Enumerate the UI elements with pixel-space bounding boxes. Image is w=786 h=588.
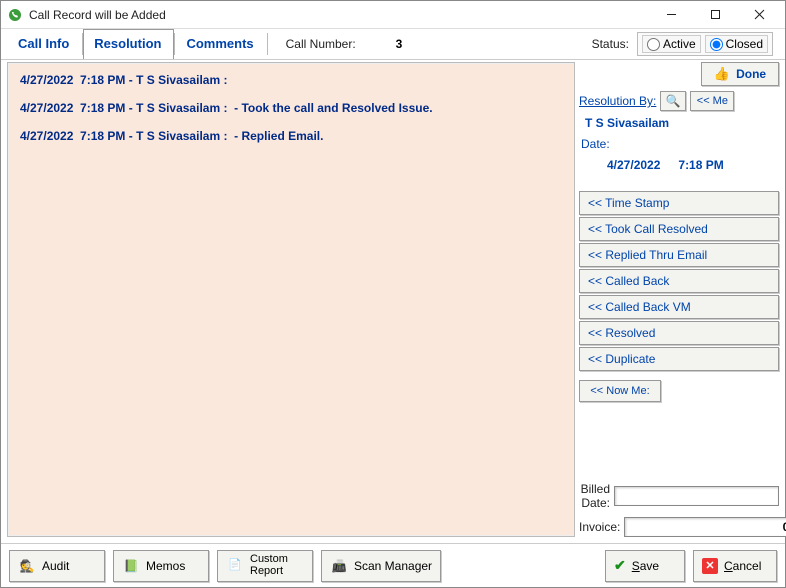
audit-button[interactable]: 🕵️ Audit [9,550,105,582]
cancel-label: Cancel [724,559,761,573]
main-area: 4/27/2022 7:18 PM - T S Sivasailam : 4/2… [1,59,785,543]
side-panel: 👍 Done Resolution By: 🔍 << Me T S Sivasa… [579,62,779,537]
resolved-by-name: T S Sivasailam [579,114,779,132]
invoice-label: Invoice: [579,520,620,534]
invoice-input[interactable] [624,517,786,537]
resolution-time-value: 7:18 PM [678,158,723,172]
now-me-button[interactable]: << Now Me: [579,380,661,402]
status-active-label: Active [663,37,696,51]
status-radio-group: Active Closed [637,32,773,56]
scanner-icon: 📠 [330,557,348,575]
quick-called-back-vm-button[interactable]: << Called Back VM [579,295,779,319]
status-active-input[interactable] [647,38,660,51]
resolution-log[interactable]: 4/27/2022 7:18 PM - T S Sivasailam : 4/2… [7,62,575,537]
done-button[interactable]: 👍 Done [701,62,779,86]
assign-me-button[interactable]: << Me [690,91,734,111]
scan-manager-button[interactable]: 📠 Scan Manager [321,550,441,582]
memo-icon: 📗 [122,557,140,575]
report-icon: 📄 [226,557,244,575]
tab-resolution[interactable]: Resolution [83,29,174,59]
call-number-label: Call Number: [286,37,356,51]
quick-insert-buttons: << Time Stamp << Took Call Resolved << R… [579,191,779,371]
done-label: Done [736,67,766,81]
quick-resolved-button[interactable]: << Resolved [579,321,779,345]
billed-date-input[interactable] [614,486,779,506]
log-entry: 4/27/2022 7:18 PM - T S Sivasailam : [20,73,562,87]
status-label: Status: [592,37,629,51]
resolution-date-label: Date: [579,135,779,151]
window-title: Call Record will be Added [29,8,649,22]
billed-date-label: Billed Date: [579,482,610,510]
tab-comments[interactable]: Comments [175,29,266,59]
cancel-icon: ✕ [702,558,718,574]
lookup-resolver-button[interactable]: 🔍 [660,91,686,111]
quick-time-stamp-button[interactable]: << Time Stamp [579,191,779,215]
log-entry: 4/27/2022 7:18 PM - T S Sivasailam : - R… [20,129,562,143]
thumbs-up-icon: 👍 [714,66,730,82]
app-icon [7,7,23,23]
bottom-toolbar: 🕵️ Audit 📗 Memos 📄 Custom Report 📠 Scan … [1,543,785,587]
search-icon: 🔍 [666,94,681,108]
memos-button[interactable]: 📗 Memos [113,550,209,582]
audit-label: Audit [42,559,69,573]
save-button[interactable]: ✔ Save [605,550,685,582]
custom-report-button[interactable]: 📄 Custom Report [217,550,313,582]
quick-replied-email-button[interactable]: << Replied Thru Email [579,243,779,267]
scan-manager-label: Scan Manager [354,559,432,573]
save-label: Save [632,559,659,573]
quick-duplicate-button[interactable]: << Duplicate [579,347,779,371]
log-entry: 4/27/2022 7:18 PM - T S Sivasailam : - T… [20,101,562,115]
resolution-date-value: 4/27/2022 [607,158,660,172]
status-closed-label: Closed [726,37,763,51]
close-button[interactable] [737,2,781,28]
call-number-value: 3 [396,37,456,51]
title-bar: Call Record will be Added [1,1,785,29]
quick-took-call-resolved-button[interactable]: << Took Call Resolved [579,217,779,241]
status-closed-input[interactable] [710,38,723,51]
check-icon: ✔ [614,557,626,574]
tab-call-info[interactable]: Call Info [7,29,82,59]
cancel-button[interactable]: ✕ Cancel [693,550,777,582]
header-row: Call Info Resolution Comments Call Numbe… [1,29,785,59]
status-active-radio[interactable]: Active [642,35,701,53]
maximize-button[interactable] [693,2,737,28]
person-icon: 🕵️ [18,557,36,575]
quick-called-back-button[interactable]: << Called Back [579,269,779,293]
resolution-by-label: Resolution By: [579,94,656,108]
custom-report-label: Custom Report [250,554,288,577]
status-closed-radio[interactable]: Closed [705,35,768,53]
minimize-button[interactable] [649,2,693,28]
memos-label: Memos [146,559,185,573]
